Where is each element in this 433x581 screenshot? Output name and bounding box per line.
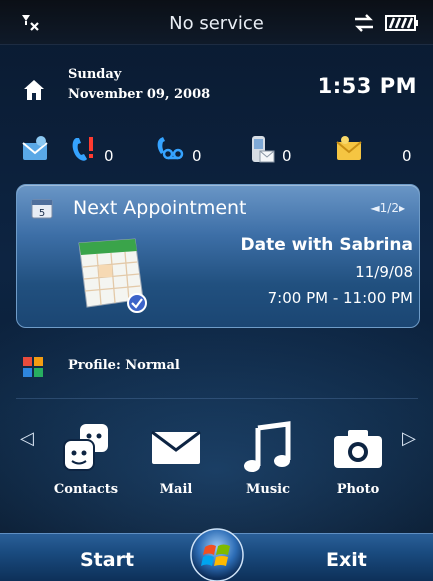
- voicemail-icon: [157, 137, 184, 160]
- app-photo[interactable]: Photo: [318, 420, 398, 497]
- mail-icon: [151, 430, 201, 464]
- voicemail-count: 0: [192, 147, 202, 165]
- data-sync-icon[interactable]: [352, 12, 376, 34]
- missed-call-icon: [72, 137, 93, 161]
- appointment-date: 11/9/08: [355, 263, 413, 281]
- missed-call-count: 0: [104, 147, 114, 165]
- app-label-mail: Mail: [159, 482, 193, 497]
- messaging-icon: [22, 136, 48, 160]
- voicemail-item[interactable]: [154, 134, 184, 166]
- app-label-music: Music: [245, 482, 290, 497]
- calendar-icon: [78, 238, 147, 313]
- app-label-photo: Photo: [336, 482, 380, 497]
- text-message-item[interactable]: [246, 134, 276, 166]
- date-day[interactable]: Sunday: [68, 67, 121, 82]
- app-contacts[interactable]: Contacts: [46, 420, 126, 497]
- app-music[interactable]: Music: [228, 420, 308, 497]
- svg-text:5: 5: [39, 208, 45, 219]
- divider: [16, 398, 418, 399]
- messaging-item[interactable]: [20, 134, 50, 166]
- start-button[interactable]: Start: [80, 549, 134, 571]
- home-icon[interactable]: [22, 78, 46, 102]
- scroll-right-arrow[interactable]: ▷: [402, 428, 416, 449]
- text-message-icon: [252, 136, 275, 163]
- status-bar: No service: [0, 0, 433, 45]
- today-screen: No service Sunday November 09, 2008 1:53…: [0, 0, 433, 581]
- missed-call-item[interactable]: [68, 134, 98, 166]
- profile-icon[interactable]: [22, 356, 44, 378]
- contacts-icon: [63, 424, 108, 471]
- appointment-time: 7:00 PM - 11:00 PM: [267, 289, 413, 307]
- email-count: 0: [402, 147, 412, 165]
- appointment-pager[interactable]: ◄1/2▸: [370, 201, 405, 215]
- battery-icon[interactable]: [385, 15, 419, 31]
- camera-icon: [334, 430, 382, 468]
- email-icon: [336, 136, 362, 160]
- exit-button[interactable]: Exit: [326, 549, 367, 571]
- next-appointment-card[interactable]: 5 Next Appointment ◄1/2▸ Date with Sabri…: [16, 184, 420, 328]
- calendar-small-icon: 5: [31, 199, 53, 219]
- clock-time[interactable]: 1:53 PM: [318, 74, 417, 98]
- windows-start-icon[interactable]: [189, 527, 245, 581]
- app-mail[interactable]: Mail: [136, 420, 216, 497]
- app-label-contacts: Contacts: [53, 482, 119, 497]
- appointment-title: Next Appointment: [73, 197, 247, 219]
- email-item[interactable]: [334, 134, 364, 166]
- appointment-subject: Date with Sabrina: [240, 235, 413, 255]
- text-message-count: 0: [282, 147, 292, 165]
- music-icon: [244, 421, 291, 472]
- date-full[interactable]: November 09, 2008: [68, 87, 210, 102]
- profile-label[interactable]: Profile: Normal: [68, 358, 180, 373]
- scroll-left-arrow[interactable]: ◁: [20, 428, 34, 449]
